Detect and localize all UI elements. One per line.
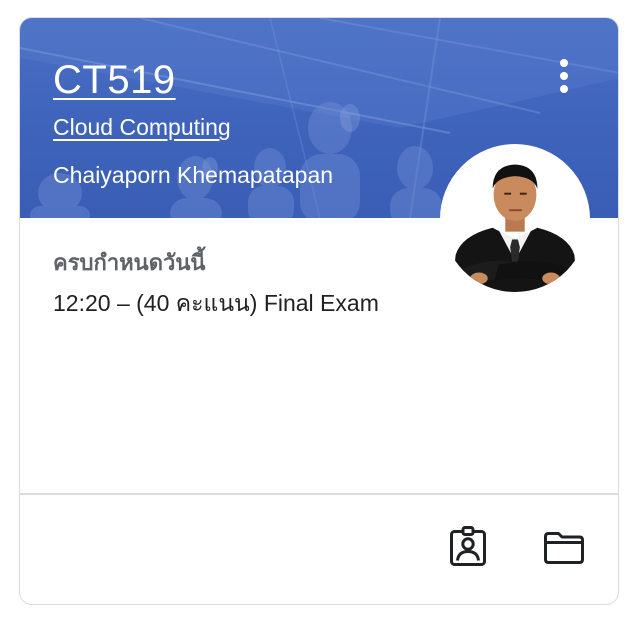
due-today-heading: ครบกำหนดวันนี้ bbox=[53, 250, 206, 275]
due-item-final-exam[interactable]: 12:20 – (40 คะแนน) Final Exam bbox=[53, 288, 379, 318]
folder-icon bbox=[544, 532, 584, 564]
footer-divider bbox=[20, 493, 618, 495]
avatar-photo bbox=[442, 146, 588, 292]
open-folder-button[interactable] bbox=[540, 523, 588, 571]
your-work-button[interactable] bbox=[444, 523, 492, 571]
course-code-link[interactable]: CT519 bbox=[53, 56, 176, 104]
more-vert-icon bbox=[560, 59, 568, 67]
assignment-ind-icon bbox=[450, 526, 486, 566]
more-options-button[interactable] bbox=[547, 56, 581, 96]
class-card: CT519 Cloud Computing Chaiyaporn Khemapa… bbox=[19, 17, 619, 605]
course-name-link[interactable]: Cloud Computing bbox=[53, 112, 231, 142]
teacher-name: Chaiyaporn Khemapatapan bbox=[53, 162, 334, 188]
teacher-avatar bbox=[440, 144, 590, 294]
